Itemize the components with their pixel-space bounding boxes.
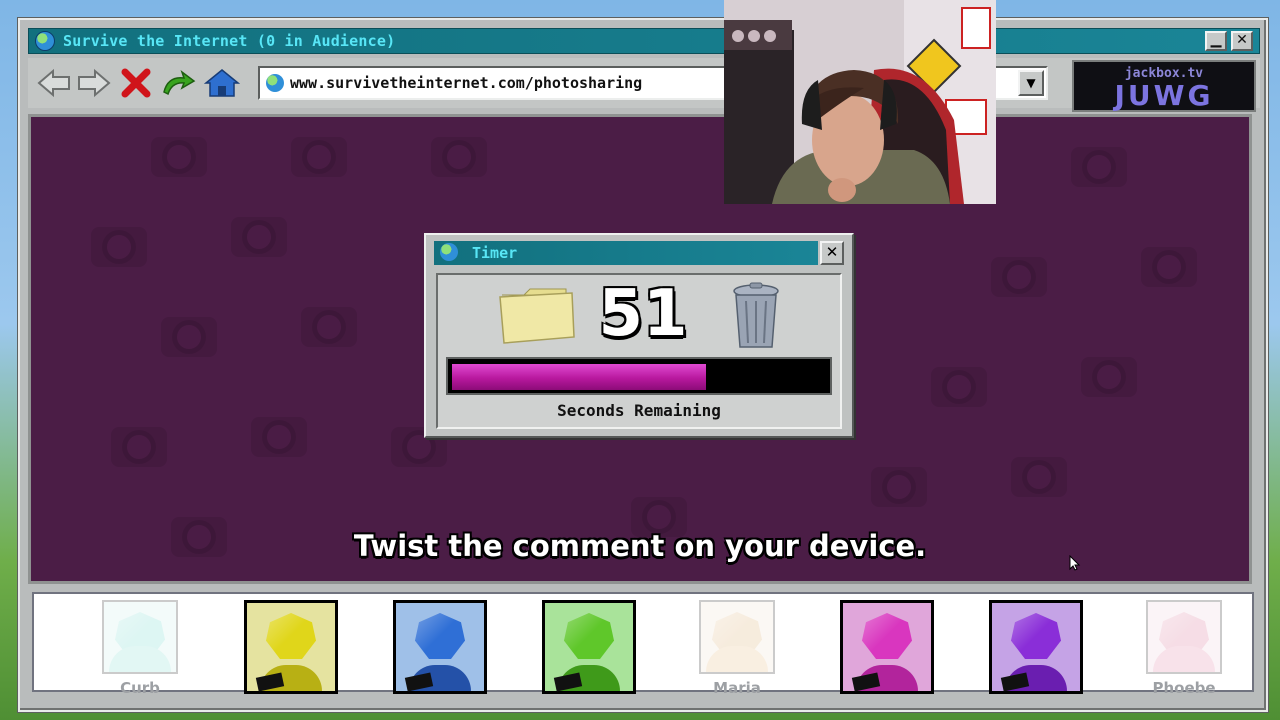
camera-pattern-icon — [251, 417, 307, 457]
globe-icon — [440, 243, 458, 261]
room-code-box: jackbox.tv JUWG — [1072, 60, 1256, 112]
avatar-head-icon — [266, 613, 316, 659]
camera-pattern-icon — [871, 467, 927, 507]
trash-can-icon — [733, 282, 779, 348]
player-avatar — [244, 600, 338, 694]
timer-progress-fill — [452, 364, 706, 390]
camera-pattern-icon — [111, 427, 167, 467]
player-name: Maria — [713, 679, 761, 697]
player-avatar — [1146, 600, 1222, 674]
camera-pattern-icon — [231, 217, 287, 257]
timer-progress-bar — [446, 357, 832, 395]
timer-close-button[interactable]: ✕ — [820, 241, 844, 265]
player-slot: Phoebe — [1136, 600, 1232, 697]
player-avatar — [102, 600, 178, 674]
title-bar: Survive the Internet (0 in Audience) ▁ ✕ — [28, 28, 1260, 54]
camera-pattern-icon — [291, 137, 347, 177]
camera-pattern-icon — [431, 137, 487, 177]
minimize-button[interactable]: ▁ — [1205, 31, 1227, 51]
camera-pattern-icon — [991, 257, 1047, 297]
camera-pattern-icon — [301, 307, 357, 347]
camera-pattern-icon — [1081, 357, 1137, 397]
avatar-body-icon — [109, 646, 171, 672]
player-slot: Maria — [689, 600, 785, 697]
camera-pattern-icon — [91, 227, 147, 267]
url-text[interactable]: www.survivetheinternet.com/photosharing — [290, 74, 642, 92]
player-slot: Curb — [92, 600, 188, 697]
back-arrow-icon[interactable] — [36, 68, 72, 98]
timer-body: 51 Seconds Remaining — [436, 273, 842, 429]
players-bar: Curb Maria Phoebe — [32, 592, 1254, 697]
room-code: JUWG — [1114, 79, 1214, 112]
globe-icon — [266, 74, 284, 92]
camera-pattern-icon — [1011, 457, 1067, 497]
avatar-head-icon — [1011, 613, 1061, 659]
webcam-person-icon — [724, 0, 996, 204]
camera-pattern-icon — [161, 317, 217, 357]
forward-arrow-icon[interactable] — [76, 68, 112, 98]
player-name: Phoebe — [1152, 679, 1216, 697]
window-title: Survive the Internet (0 in Audience) — [63, 32, 396, 50]
timer-dialog: Timer ✕ 51 Seconds Remaining — [424, 233, 854, 438]
close-button[interactable]: ✕ — [1231, 31, 1253, 51]
camera-pattern-icon — [931, 367, 987, 407]
player-avatar — [393, 600, 487, 694]
player-slot — [391, 600, 487, 694]
camera-pattern-icon — [1071, 147, 1127, 187]
player-slot — [540, 600, 636, 694]
avatar-head-icon — [564, 613, 614, 659]
camera-pattern-icon — [1141, 247, 1197, 287]
player-avatar — [542, 600, 636, 694]
player-name: Curb — [120, 679, 160, 697]
avatar-head-icon — [415, 613, 465, 659]
mouse-cursor-icon — [1069, 555, 1081, 571]
browser-toolbar: www.survivetheinternet.com/photosharing … — [28, 58, 1260, 112]
refresh-arrow-icon[interactable] — [160, 68, 196, 98]
player-avatar — [989, 600, 1083, 694]
player-slot — [838, 600, 934, 694]
player-avatar — [840, 600, 934, 694]
camera-pattern-icon — [151, 137, 207, 177]
url-dropdown-button[interactable]: ▼ — [1018, 70, 1044, 96]
player-slot — [987, 600, 1083, 694]
timer-title-bar: Timer — [434, 241, 818, 265]
stop-x-icon[interactable] — [118, 68, 154, 98]
player-slot — [242, 600, 338, 694]
webcam-overlay — [724, 0, 996, 204]
home-icon[interactable] — [204, 68, 240, 98]
timer-label: Seconds Remaining — [557, 401, 721, 420]
player-avatar — [699, 600, 775, 674]
avatar-head-icon — [862, 613, 912, 659]
timer-seconds: 51 — [598, 277, 688, 351]
timer-title: Timer — [472, 244, 518, 262]
instruction-text: Twist the comment on your device. — [353, 529, 927, 563]
avatar-body-icon — [706, 646, 768, 672]
folder-icon — [499, 288, 575, 344]
avatar-body-icon — [1153, 646, 1215, 672]
globe-icon — [35, 31, 55, 51]
